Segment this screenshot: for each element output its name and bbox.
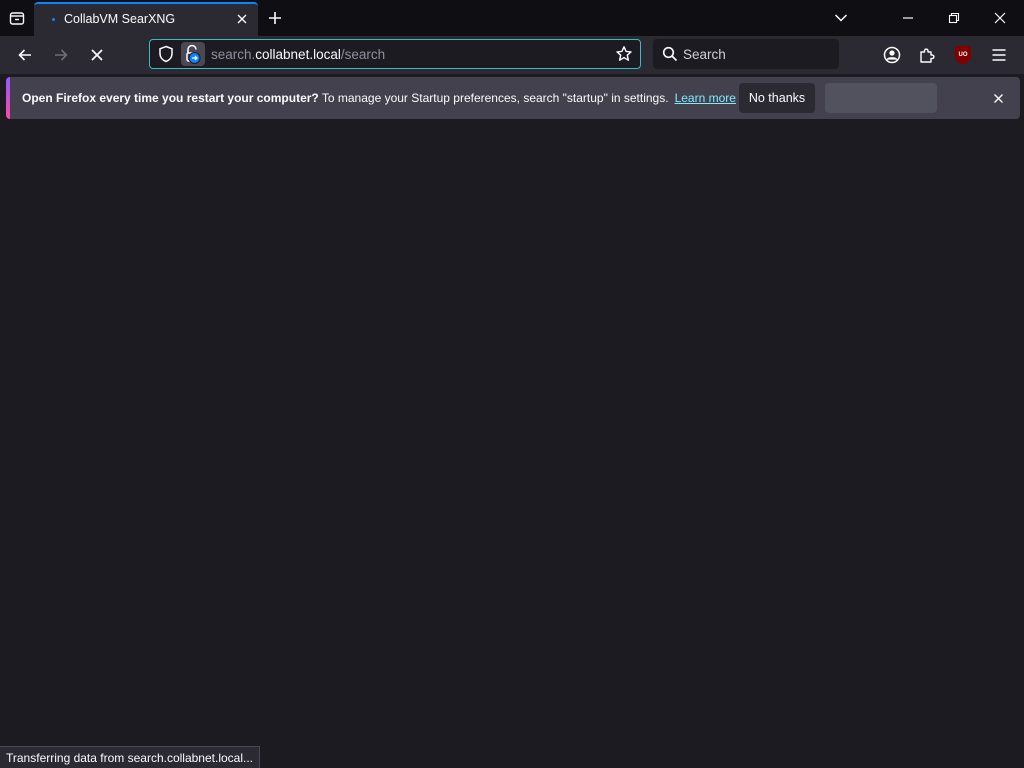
close-icon <box>237 14 247 24</box>
search-placeholder: Search <box>683 47 726 62</box>
tab-strip: CollabVM SearXNG <box>0 0 1024 36</box>
page-content-area: Transferring data from search.collabnet.… <box>0 122 1024 768</box>
learn-more-link[interactable]: Learn more <box>675 91 736 105</box>
window-close-button[interactable] <box>977 0 1023 36</box>
minimize-icon <box>903 17 913 19</box>
site-identity-button[interactable] <box>181 42 205 66</box>
app-menu-button[interactable] <box>984 40 1014 70</box>
tab-collabvm-searxng[interactable]: CollabVM SearXNG <box>34 2 258 36</box>
tab-title: CollabVM SearXNG <box>64 12 176 26</box>
restore-icon <box>948 12 960 24</box>
notification-bold-text: Open Firefox every time you restart your… <box>22 91 319 105</box>
tab-list-icon <box>9 10 25 26</box>
plus-icon <box>269 12 281 24</box>
stop-loading-button[interactable] <box>82 40 112 70</box>
address-bar[interactable]: search.collabnet.local/search <box>149 39 641 69</box>
restore-button[interactable] <box>931 0 977 36</box>
star-icon <box>616 46 632 61</box>
navigation-toolbar: search.collabnet.local/search Search UO <box>0 36 1024 74</box>
bookmark-star-button[interactable] <box>614 44 634 64</box>
url-text[interactable]: search.collabnet.local/search <box>211 47 385 62</box>
tab-overflow-button[interactable] <box>818 0 864 36</box>
notification-action-button[interactable] <box>825 83 937 113</box>
hamburger-menu-icon <box>992 49 1006 61</box>
close-icon <box>993 93 1003 103</box>
startup-notification-bar: Open Firefox every time you restart your… <box>6 77 1020 119</box>
new-tab-button[interactable] <box>262 5 288 31</box>
notification-message: Open Firefox every time you restart your… <box>22 91 736 105</box>
search-icon <box>661 45 679 63</box>
extensions-button[interactable] <box>912 40 942 70</box>
ublock-shield-icon: UO <box>955 46 971 64</box>
puzzle-piece-icon <box>920 48 935 63</box>
list-all-tabs-button[interactable] <box>4 5 30 31</box>
search-input[interactable]: Search <box>653 39 839 69</box>
account-button[interactable] <box>877 40 907 70</box>
account-icon <box>883 46 901 64</box>
notification-accent-stripe <box>6 77 10 119</box>
insecure-lock-icon <box>186 44 201 64</box>
chevron-down-icon <box>834 14 848 22</box>
url-subdomain: search. <box>211 47 256 62</box>
tab-close-button[interactable] <box>232 9 252 29</box>
status-panel: Transferring data from search.collabnet.… <box>0 746 261 768</box>
ublock-origin-button[interactable]: UO <box>948 40 978 70</box>
no-thanks-button[interactable]: No thanks <box>739 83 815 113</box>
url-path: /search <box>340 47 386 62</box>
tracking-protection-shield-icon[interactable] <box>156 44 176 64</box>
forward-arrow-icon <box>55 49 68 61</box>
close-icon <box>994 12 1006 24</box>
back-arrow-icon <box>18 49 31 61</box>
browser-window: CollabVM SearXNG search.collabnet.local/… <box>0 0 1024 768</box>
back-button[interactable] <box>10 40 40 70</box>
forward-button[interactable] <box>46 40 76 70</box>
minimize-button[interactable] <box>885 0 931 36</box>
notification-text: To manage your Startup preferences, sear… <box>318 91 669 105</box>
tab-loading-dot-icon <box>52 18 55 21</box>
url-host: collabnet.local <box>255 47 341 62</box>
notification-close-button[interactable] <box>988 88 1008 108</box>
stop-x-icon <box>91 49 103 61</box>
